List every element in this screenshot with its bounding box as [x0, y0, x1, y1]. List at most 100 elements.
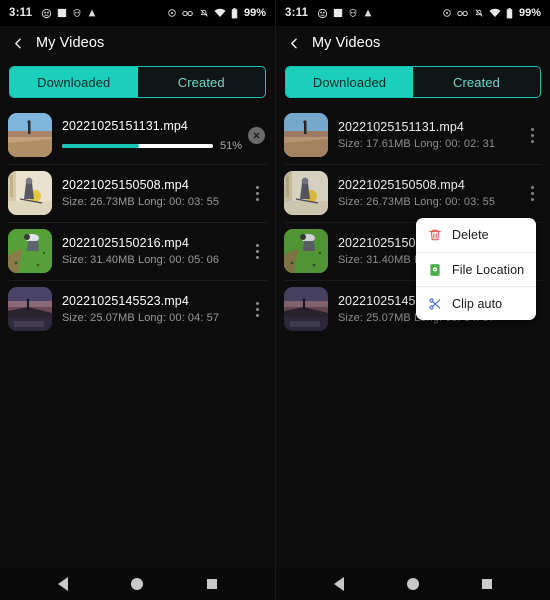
video-thumbnail[interactable] — [284, 229, 328, 273]
list-item-body: 20221025150508.mp4 Size: 26.73MB Long: 0… — [328, 178, 522, 208]
phone-screen-left: 3:11 99% My Videos Downloaded Created 20… — [0, 0, 275, 600]
circle-home-icon[interactable] — [406, 578, 419, 590]
square-notification-icon — [333, 8, 343, 18]
video-list-right-wrapper: 20221025151131.mp4 Size: 17.61MB Long: 0… — [276, 106, 550, 338]
status-bar-right-icons: 99% — [442, 7, 541, 19]
bell-muted-icon — [199, 8, 209, 18]
video-filename: 20221025150508.mp4 — [338, 178, 465, 192]
video-thumbnail[interactable] — [284, 171, 328, 215]
context-menu-item-delete[interactable]: Delete — [416, 218, 536, 252]
vpn-key-icon — [182, 9, 194, 18]
phone-screen-right: 3:11 99% My Videos Downloaded Created 20… — [275, 0, 550, 600]
list-item[interactable]: 20221025150216.mp4 Size: 31.40MB Long: 0… — [0, 222, 275, 280]
battery-percent-label: 99% — [243, 7, 266, 19]
alarm-icon — [442, 8, 452, 18]
battery-icon — [231, 7, 238, 19]
context-menu-label: Clip auto — [452, 296, 503, 311]
video-meta: Size: 25.07MB Long: 00: 04: 57 — [62, 312, 220, 324]
tab-bar: Downloaded Created — [285, 66, 541, 98]
video-filename: 20221025145523.mp4 — [62, 294, 189, 308]
page-title: My Videos — [36, 35, 105, 51]
list-item[interactable]: 20221025151131.mp4 51% — [0, 106, 275, 164]
status-bar-left-icons — [317, 8, 373, 19]
download-icon — [363, 8, 373, 18]
bell-muted-icon — [474, 8, 484, 18]
list-item[interactable]: 20221025145523.mp4 Size: 25.07MB Long: 0… — [0, 280, 275, 338]
page-title: My Videos — [312, 35, 381, 51]
list-item[interactable]: 20221025150508.mp4 Size: 26.73MB Long: 0… — [0, 164, 275, 222]
android-nav-bar — [276, 568, 550, 600]
list-item-body: 20221025145523.mp4 Size: 25.07MB Long: 0… — [52, 294, 247, 324]
scissors-icon — [427, 296, 443, 312]
context-menu-item-file-location[interactable]: File Location — [416, 252, 536, 286]
shield-icon — [72, 8, 82, 18]
list-item[interactable]: 20221025150508.mp4 Size: 26.73MB Long: 0… — [276, 164, 550, 222]
vpn-key-icon — [457, 9, 469, 18]
kebab-menu-icon[interactable] — [522, 124, 542, 147]
status-bar-time: 3:11 — [9, 7, 33, 19]
cancel-download-button[interactable] — [248, 126, 265, 144]
video-thumbnail[interactable] — [8, 113, 52, 157]
square-recents-icon[interactable] — [482, 579, 493, 589]
video-meta: Size: 26.73MB Long: 00: 03: 55 — [338, 196, 496, 208]
kebab-menu-icon[interactable] — [247, 298, 267, 321]
video-filename: 20221025151131.mp4 — [338, 120, 464, 134]
trash-icon — [427, 227, 443, 243]
circle-home-icon[interactable] — [131, 578, 144, 590]
android-nav-bar — [0, 568, 275, 600]
triangle-back-icon[interactable] — [57, 577, 68, 591]
context-menu-label: File Location — [452, 262, 525, 277]
kebab-menu-icon[interactable] — [522, 182, 542, 205]
dual-screenshot-container: 3:11 99% My Videos Downloaded Created 20… — [0, 0, 550, 600]
tab-downloaded[interactable]: Downloaded — [286, 67, 413, 97]
app-bar: My Videos — [0, 26, 275, 60]
video-meta: Size: 26.73MB Long: 00: 03: 55 — [62, 196, 220, 208]
list-item-body: 20221025150508.mp4 Size: 26.73MB Long: 0… — [52, 178, 247, 208]
download-progress-row: 51% — [62, 140, 242, 152]
context-menu-item-clip-auto[interactable]: Clip auto — [416, 286, 536, 320]
tab-created[interactable]: Created — [413, 67, 540, 97]
wifi-icon — [489, 8, 501, 18]
tab-bar-wrapper: Downloaded Created — [276, 60, 550, 106]
app-bar: My Videos — [276, 26, 550, 60]
tab-bar: Downloaded Created — [9, 66, 266, 98]
battery-icon — [506, 7, 513, 19]
square-recents-icon[interactable] — [207, 579, 218, 589]
kebab-menu-icon[interactable] — [247, 182, 267, 205]
video-meta: Size: 17.61MB Long: 00: 02: 31 — [338, 138, 496, 150]
alarm-icon — [167, 8, 177, 18]
tab-created[interactable]: Created — [137, 67, 265, 97]
shield-icon — [348, 8, 358, 18]
status-bar-left-icons — [41, 8, 97, 19]
video-thumbnail[interactable] — [8, 287, 52, 331]
square-notification-icon — [57, 8, 67, 18]
video-filename: 20221025151131.mp4 — [62, 118, 188, 133]
list-item[interactable]: 20221025151131.mp4 Size: 17.61MB Long: 0… — [276, 106, 550, 164]
video-thumbnail[interactable] — [284, 287, 328, 331]
chevron-left-icon[interactable] — [10, 35, 26, 51]
kebab-menu-icon[interactable] — [247, 240, 267, 263]
emoji-icon — [317, 8, 328, 19]
video-meta: Size: 31.40MB Long: 00: 05: 06 — [62, 254, 220, 266]
wifi-icon — [214, 8, 226, 18]
status-bar-time: 3:11 — [285, 7, 309, 19]
status-bar: 3:11 99% — [0, 0, 275, 26]
list-item-body: 20221025151131.mp4 51% — [52, 119, 242, 152]
progress-bar-track — [62, 143, 213, 148]
video-thumbnail[interactable] — [284, 113, 328, 157]
tab-downloaded[interactable]: Downloaded — [10, 67, 138, 97]
context-menu-label: Delete — [452, 228, 489, 242]
progress-percent-label: 51% — [219, 139, 242, 152]
list-item-body: 20221025151131.mp4 Size: 17.61MB Long: 0… — [328, 120, 522, 150]
tab-bar-wrapper: Downloaded Created — [0, 60, 275, 106]
status-bar: 3:11 99% — [276, 0, 550, 26]
triangle-back-icon[interactable] — [333, 577, 344, 591]
emoji-icon — [41, 8, 52, 19]
battery-percent-label: 99% — [518, 7, 541, 19]
video-thumbnail[interactable] — [8, 171, 52, 215]
list-item-body: 20221025150216.mp4 Size: 31.40MB Long: 0… — [52, 236, 247, 266]
progress-bar-fill — [62, 143, 139, 148]
video-filename: 20221025150216.mp4 — [62, 236, 189, 250]
chevron-left-icon[interactable] — [286, 35, 302, 51]
video-thumbnail[interactable] — [8, 229, 52, 273]
